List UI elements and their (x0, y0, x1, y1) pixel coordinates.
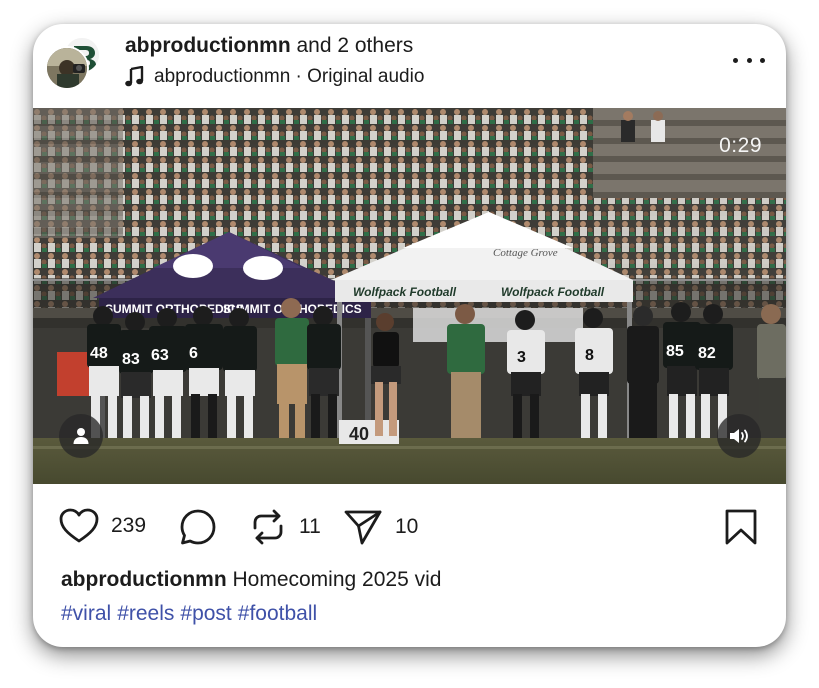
post-card: abproductionmn and 2 others abproduction… (33, 24, 786, 647)
jersey-number: 63 (151, 347, 169, 364)
jersey-number: 8 (585, 347, 594, 364)
tent-right-label-2: Wolfpack Football (501, 285, 605, 299)
post-author-line: abproductionmn and 2 others (125, 34, 413, 58)
comment-button[interactable] (179, 508, 217, 546)
reposts-count[interactable]: 11 (299, 515, 321, 539)
audio-separator: · (290, 66, 308, 87)
hashtag-link[interactable]: #football (238, 602, 317, 625)
video-time: 0:29 (719, 134, 762, 157)
comment-bubble-icon (180, 509, 216, 545)
post-header: abproductionmn and 2 others abproduction… (33, 24, 786, 108)
author-username[interactable]: abproductionmn (125, 34, 291, 57)
author-avatars[interactable] (45, 36, 101, 92)
video-frame: SUMMIT ORTHOPEDICS SUMMIT ORTHOPEDICS Wo… (33, 108, 786, 484)
like-button[interactable]: 239 (59, 508, 146, 544)
hashtag-link[interactable]: #reels (117, 602, 174, 625)
audio-owner[interactable]: abproductionmn (154, 66, 290, 88)
tent-right-roof: Cottage Grove (493, 247, 558, 259)
author-avatar[interactable] (45, 46, 89, 90)
speaker-icon[interactable] (717, 414, 761, 458)
hashtag-link[interactable]: #post (180, 602, 231, 625)
jersey-number: 6 (189, 345, 198, 362)
tent-right-label-1: Wolfpack Football (353, 285, 457, 299)
caption-text: Homecoming 2025 vid (226, 568, 442, 591)
heart-icon (59, 508, 99, 543)
jersey-number: 85 (666, 343, 684, 360)
person-tag-icon[interactable] (59, 414, 103, 458)
audio-line[interactable]: abproductionmn · Original audio (125, 66, 424, 88)
paper-plane-icon (344, 510, 382, 545)
hashtags: #viral #reels #post #football (61, 602, 323, 626)
shares-count[interactable]: 10 (395, 515, 418, 539)
caption-username[interactable]: abproductionmn (61, 568, 227, 591)
likes-count[interactable]: 239 (111, 514, 146, 538)
share-button[interactable]: 10 (343, 508, 418, 546)
video-player[interactable]: SUMMIT ORTHOPEDICS SUMMIT ORTHOPEDICS Wo… (33, 108, 786, 484)
more-options-icon[interactable] (733, 49, 765, 71)
post-caption: abproductionmn Homecoming 2025 vid (61, 568, 441, 592)
jersey-number: 48 (90, 345, 108, 362)
yard-marker: 40 (349, 424, 369, 444)
repost-button[interactable]: 11 (249, 508, 321, 546)
jersey-number: 3 (517, 349, 526, 366)
save-button[interactable] (723, 508, 759, 546)
music-note-icon (125, 66, 144, 87)
repost-arrows-icon (253, 509, 283, 545)
bookmark-icon (725, 509, 757, 545)
coauthors-link[interactable]: and 2 others (291, 34, 413, 57)
post-actions: 239 11 10 (33, 484, 786, 564)
jersey-number: 82 (698, 345, 716, 362)
audio-label[interactable]: Original audio (307, 66, 424, 88)
hashtag-link[interactable]: #viral (61, 602, 111, 625)
jersey-number: 83 (122, 351, 140, 368)
